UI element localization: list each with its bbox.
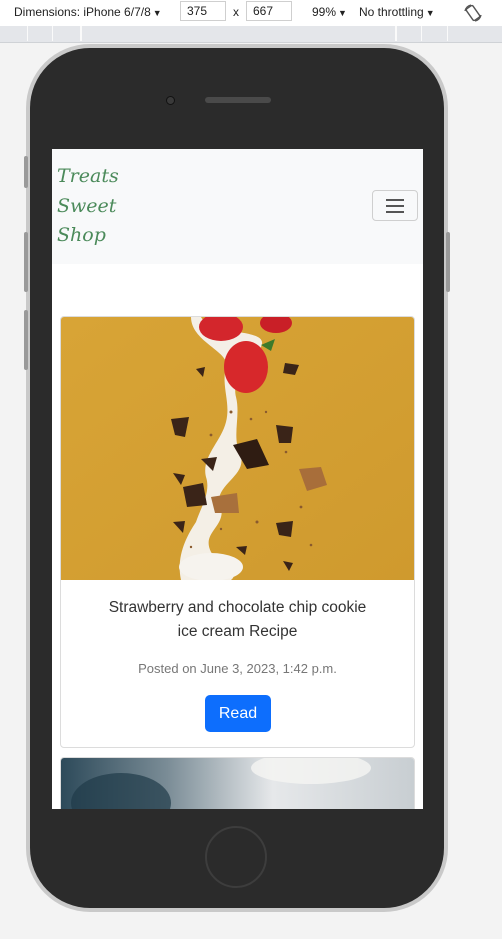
caret-down-icon: ▼: [338, 8, 347, 18]
device-screen: Treats Sweet Shop Strawberry and chocola…: [52, 149, 423, 809]
brand-line: Shop: [57, 224, 106, 246]
throttling-dropdown[interactable]: No throttling ▼: [359, 5, 435, 19]
post-card: Strawberry and chocolate chip cookie ice…: [60, 316, 415, 748]
navbar-toggler-button[interactable]: [372, 190, 418, 221]
post-title-line: ice cream Recipe: [177, 623, 298, 640]
post-title-line: Strawberry and chocolate chip cookie: [108, 599, 367, 616]
brand-line: Treats: [57, 165, 119, 187]
width-input[interactable]: 375: [180, 1, 226, 21]
front-camera: [166, 96, 175, 105]
devtools-toolbar: Dimensions: iPhone 6/7/8 ▼ 375 x 667 99% ▼…: [0, 0, 502, 26]
post-date: Posted on June 3, 2023, 1:42 p.m.: [138, 661, 337, 676]
throttling-label: No throttling: [359, 5, 424, 19]
zoom-label: 99%: [312, 5, 337, 19]
post-image: [61, 758, 414, 809]
post-title: Strawberry and chocolate chip cookie ice…: [73, 596, 402, 644]
mute-switch: [24, 156, 28, 188]
volume-down-button: [24, 310, 28, 370]
post-image: [61, 317, 414, 580]
rotate-icon[interactable]: [462, 2, 484, 24]
dimension-separator: x: [233, 5, 239, 19]
dimensions-label: Dimensions: iPhone 6/7/8: [14, 5, 151, 19]
power-button: [446, 232, 450, 292]
caret-down-icon: ▼: [425, 8, 435, 18]
zoom-dropdown[interactable]: 99% ▼: [312, 5, 347, 19]
dimensions-dropdown[interactable]: Dimensions: iPhone 6/7/8 ▼: [14, 5, 162, 19]
brand-line: Sweet: [57, 194, 117, 217]
read-button[interactable]: Read: [205, 695, 271, 732]
volume-up-button: [24, 232, 28, 292]
brand-logo[interactable]: Treats Sweet Shop: [57, 162, 177, 251]
caret-down-icon: ▼: [152, 8, 162, 18]
media-query-ruler: [0, 26, 502, 43]
navbar: Treats Sweet Shop: [52, 149, 423, 264]
post-card: [60, 757, 415, 809]
height-input[interactable]: 667: [246, 1, 292, 21]
earpiece-speaker: [205, 97, 271, 103]
home-button: [205, 826, 267, 888]
